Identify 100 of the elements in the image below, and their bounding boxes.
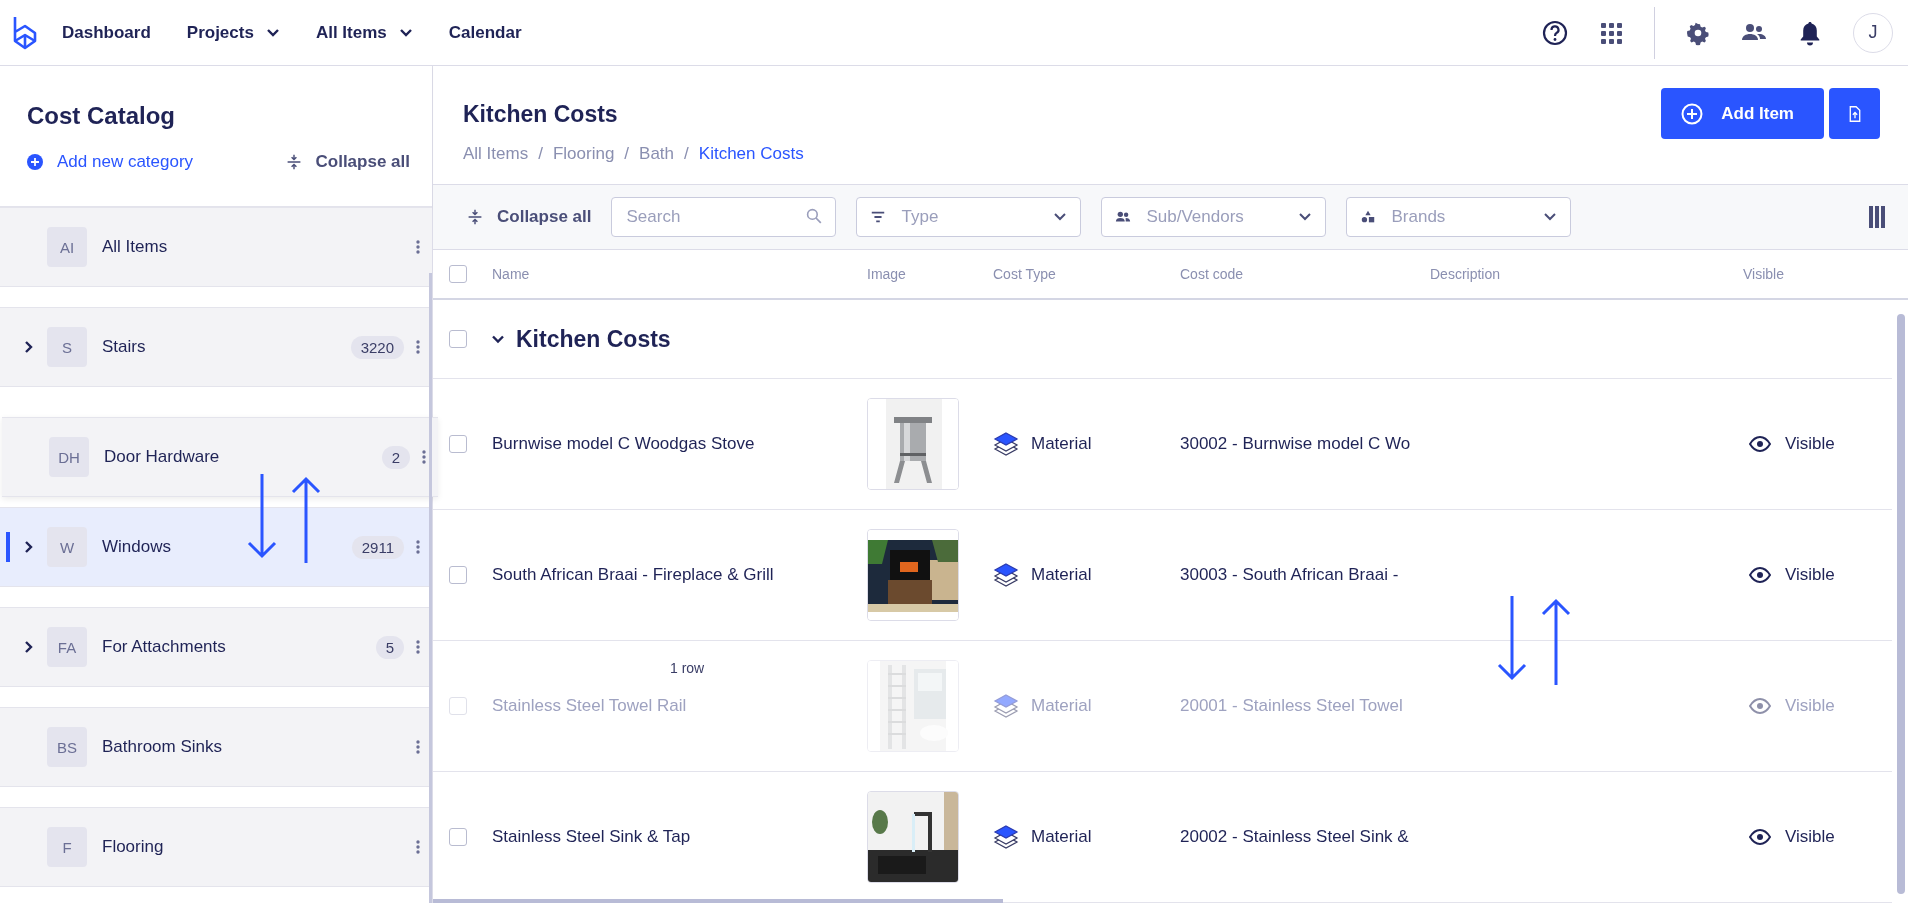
item-name: Burnwise model C Woodgas Stove xyxy=(492,434,755,453)
checkbox[interactable] xyxy=(449,566,467,584)
category-label: Stairs xyxy=(102,337,147,357)
category-item[interactable]: FA For Attachments 5 xyxy=(0,607,432,687)
layers-icon xyxy=(993,824,1019,850)
cost-type: Material xyxy=(1031,565,1092,585)
cost-type: Material xyxy=(1031,434,1092,454)
count-badge: 5 xyxy=(375,635,404,659)
visibility-label: Visible xyxy=(1785,696,1835,716)
category-initials: BS xyxy=(47,727,87,767)
cost-code: 20001 - Stainless Steel Towel xyxy=(1180,696,1404,716)
category-item[interactable]: F Flooring xyxy=(0,807,432,887)
visibility-label: Visible xyxy=(1785,827,1835,847)
category-item[interactable]: BS Bathroom Sinks xyxy=(0,707,432,787)
cost-code: 30002 - Burnwise model C Wo xyxy=(1180,434,1412,454)
cost-type: Material xyxy=(1031,827,1092,847)
help-icon[interactable] xyxy=(1542,19,1568,46)
item-name: South African Braai - Fireplace & Grill xyxy=(492,565,774,584)
cost-type: Material xyxy=(1031,696,1092,716)
collapse-all-button[interactable]: Collapse all xyxy=(285,152,410,172)
category-item[interactable]: S Stairs 3220 xyxy=(0,307,432,387)
breadcrumb-link[interactable]: Kitchen Costs xyxy=(698,144,804,164)
scrollbar[interactable] xyxy=(1897,314,1905,894)
category-label: Bathroom Sinks xyxy=(102,737,223,757)
checkbox[interactable] xyxy=(449,435,467,453)
search-icon[interactable] xyxy=(806,208,823,225)
category-item[interactable]: W Windows 2911 xyxy=(0,507,432,587)
layers-icon xyxy=(993,431,1019,457)
more-icon[interactable] xyxy=(416,740,420,754)
scrollbar[interactable] xyxy=(429,273,432,903)
upload-button[interactable] xyxy=(1829,88,1880,139)
category-label: Flooring xyxy=(102,837,165,857)
page-title: Kitchen Costs xyxy=(463,101,619,128)
category-initials: FA xyxy=(47,627,87,667)
cost-code: 20002 - Stainless Steel Sink & xyxy=(1180,827,1410,847)
add-icon[interactable] xyxy=(1681,102,1704,125)
columns-icon[interactable] xyxy=(1868,206,1886,229)
category-label: Windows xyxy=(102,537,172,557)
category-initials: DH xyxy=(49,437,89,477)
count-badge: 3220 xyxy=(350,335,404,359)
more-icon[interactable] xyxy=(416,640,420,654)
checkbox[interactable] xyxy=(449,697,467,715)
collapse-all-button[interactable]: Collapse all xyxy=(467,207,592,228)
expand-icon[interactable] xyxy=(23,540,34,554)
category-initials: F xyxy=(47,827,87,867)
collapse-icon[interactable] xyxy=(467,209,483,226)
add-icon[interactable] xyxy=(27,154,43,170)
expand-icon[interactable] xyxy=(23,640,34,654)
nav-link[interactable]: Dashboard xyxy=(62,22,151,43)
search-field[interactable]: Search xyxy=(611,197,837,238)
cost-code: 30003 - South African Braai - xyxy=(1180,565,1400,585)
caret-icon[interactable] xyxy=(1543,212,1558,223)
nav-link[interactable]: Calendar xyxy=(448,22,522,43)
add-item-button[interactable]: Add Item xyxy=(1661,88,1824,139)
category-label: Door Hardware xyxy=(104,447,221,467)
scrollbar[interactable] xyxy=(433,899,1003,903)
item-name: Stainless Steel Sink & Tap xyxy=(492,827,691,846)
filter-dropdown[interactable]: Sub/Vendors xyxy=(1101,197,1327,238)
nav-link[interactable]: Projects xyxy=(186,22,280,43)
more-icon[interactable] xyxy=(416,540,420,554)
caret-icon[interactable] xyxy=(492,334,504,344)
group-header[interactable]: Kitchen Costs xyxy=(492,325,671,353)
more-icon[interactable] xyxy=(416,240,420,254)
visible-icon[interactable] xyxy=(1749,567,1771,583)
category-label: For Attachments xyxy=(102,637,227,657)
category-item[interactable]: DH Door Hardware 2 xyxy=(2,417,438,497)
caret-icon[interactable] xyxy=(265,27,280,38)
reorder-arrows-icon xyxy=(1497,594,1571,687)
more-icon[interactable] xyxy=(422,450,426,464)
logo-icon[interactable] xyxy=(12,14,38,51)
expand-icon[interactable] xyxy=(23,340,34,354)
layers-icon xyxy=(993,693,1019,719)
sidebar-title: Cost Catalog xyxy=(27,102,176,130)
caret-icon[interactable] xyxy=(1053,212,1068,223)
filter-dropdown[interactable]: Type xyxy=(856,197,1082,238)
category-initials: AI xyxy=(47,227,87,267)
visibility-label: Visible xyxy=(1785,434,1835,454)
filter-dropdown[interactable]: Brands xyxy=(1346,197,1572,238)
item-name: Stainless Steel Towel Rail xyxy=(492,696,687,715)
count-badge: 2 xyxy=(381,445,410,469)
caret-icon[interactable] xyxy=(1298,212,1313,223)
visible-icon[interactable] xyxy=(1749,436,1771,452)
visibility-label: Visible xyxy=(1785,565,1835,585)
category-label: All Items xyxy=(102,237,169,257)
breadcrumb-separator: / xyxy=(684,144,689,164)
checkbox[interactable] xyxy=(449,330,467,348)
checkbox[interactable] xyxy=(449,828,467,846)
breadcrumb-separator: / xyxy=(538,144,543,164)
visible-icon[interactable] xyxy=(1749,829,1771,845)
count-badge: 2911 xyxy=(351,535,404,559)
category-item[interactable]: AI All Items xyxy=(0,207,432,287)
more-icon[interactable] xyxy=(416,840,420,854)
nav-link[interactable]: All Items xyxy=(315,22,413,43)
drag-count-label: 1 row xyxy=(670,660,705,676)
caret-icon[interactable] xyxy=(398,27,413,38)
collapse-icon[interactable] xyxy=(285,154,302,170)
more-icon[interactable] xyxy=(416,340,420,354)
checkbox[interactable] xyxy=(449,265,467,283)
reorder-arrows-icon xyxy=(247,472,321,565)
add-category-link[interactable]: Add new category xyxy=(27,152,194,172)
